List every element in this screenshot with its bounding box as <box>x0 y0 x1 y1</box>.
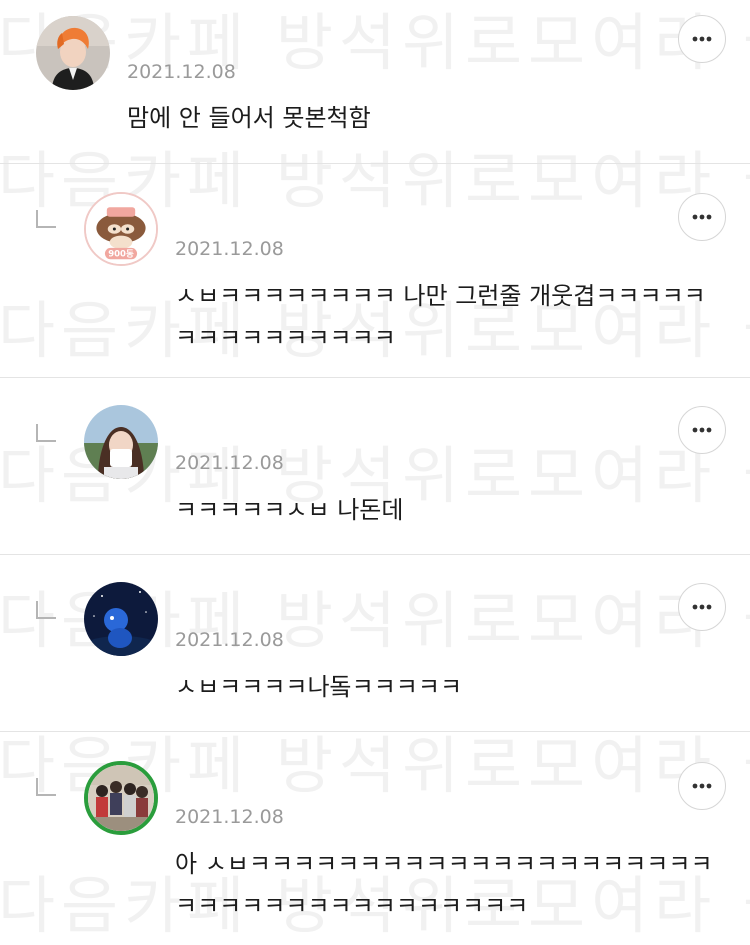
reply-item: 2021.12.08 아 ㅅㅂㅋㅋㅋㅋㅋㅋㅋㅋㅋㅋㅋㅋㅋㅋㅋㅋㅋㅋㅋㅋㅋㅋㅋㅋㅋ… <box>0 732 750 945</box>
more-horizontal-icon <box>692 36 712 42</box>
more-horizontal-icon <box>692 427 712 433</box>
comment-date: 2021.12.08 <box>175 452 284 474</box>
reply-indent-icon <box>36 210 56 228</box>
more-horizontal-icon <box>692 604 712 610</box>
comment-date: 2021.12.08 <box>175 238 284 260</box>
comment-item: 2021.12.08 맘에 안 들어서 못본척함 <box>0 0 750 164</box>
more-options-button[interactable] <box>678 15 726 63</box>
more-horizontal-icon <box>692 214 712 220</box>
comment-date: 2021.12.08 <box>127 61 236 83</box>
more-options-button[interactable] <box>678 762 726 810</box>
reply-item: 2021.12.08 ㅋㅋㅋㅋㅋㅅㅂ 나돈데 <box>0 378 750 555</box>
comment-date: 2021.12.08 <box>175 629 284 651</box>
avatar[interactable] <box>84 405 158 479</box>
avatar[interactable]: 900동 <box>84 192 158 266</box>
avatar[interactable] <box>36 16 110 90</box>
reply-indent-icon <box>36 778 56 796</box>
reply-indent-icon <box>36 424 56 442</box>
reply-indent-icon <box>36 601 56 619</box>
more-horizontal-icon <box>692 783 712 789</box>
comment-text: 맘에 안 들어서 못본척함 <box>127 104 371 132</box>
comment-date: 2021.12.08 <box>175 806 284 828</box>
comment-text: ㅋㅋㅋㅋㅋㅅㅂ 나돈데 <box>175 496 404 524</box>
more-options-button[interactable] <box>678 583 726 631</box>
comment-text: ㅅㅂㅋㅋㅋㅋ나돜ㅋㅋㅋㅋㅋ <box>175 673 463 701</box>
more-options-button[interactable] <box>678 193 726 241</box>
avatar[interactable] <box>84 582 158 656</box>
comment-text: 아 ㅅㅂㅋㅋㅋㅋㅋㅋㅋㅋㅋㅋㅋㅋㅋㅋㅋㅋㅋㅋㅋㅋㅋㅋㅋㅋㅋㅋㅋㅋㅋㅋㅋㅋㅋㅋㅋㅋ… <box>175 850 713 920</box>
avatar-badge-text: 900동 <box>108 249 134 259</box>
reply-item: 2021.12.08 ㅅㅂㅋㅋㅋㅋ나돜ㅋㅋㅋㅋㅋ <box>0 555 750 732</box>
comment-text: ㅅㅂㅋㅋㅋㅋㅋㅋㅋㅋ 나만 그런줄 개웃겹ㅋㅋㅋㅋㅋㅋㅋㅋㅋㅋㅋㅋㅋㅋㅋ <box>175 282 706 352</box>
reply-item: 900동 2021.12.08 ㅅㅂㅋㅋㅋㅋㅋㅋㅋㅋ 나만 그런줄 개웃겹ㅋㅋㅋ… <box>0 164 750 378</box>
more-options-button[interactable] <box>678 406 726 454</box>
avatar[interactable] <box>84 761 158 835</box>
